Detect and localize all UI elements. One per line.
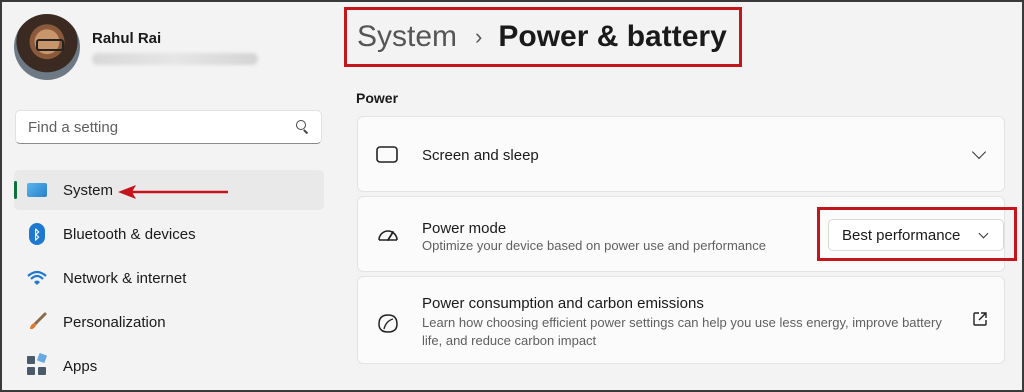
power-consumption-card[interactable]: Power consumption and carbon emissions L… bbox=[357, 276, 1005, 364]
search-icon[interactable] bbox=[295, 120, 309, 134]
sidebar-item-bluetooth[interactable]: ᛒ Bluetooth & devices bbox=[14, 214, 324, 254]
leaf-icon bbox=[376, 311, 400, 335]
power-mode-card: Power mode Optimize your device based on… bbox=[357, 196, 1017, 272]
card-title: Power mode bbox=[422, 220, 507, 237]
card-description: Learn how choosing efficient power setti… bbox=[422, 315, 942, 348]
search-input[interactable]: Find a setting bbox=[15, 110, 322, 144]
brush-icon bbox=[26, 311, 48, 333]
main-content: System › Power & battery Power Screen an… bbox=[340, 0, 1024, 392]
search-placeholder: Find a setting bbox=[28, 118, 119, 136]
open-external-icon[interactable] bbox=[972, 311, 988, 327]
page-title: Power & battery bbox=[498, 20, 727, 53]
power-mode-dropdown[interactable]: Best performance bbox=[828, 219, 1004, 251]
bluetooth-icon: ᛒ bbox=[26, 223, 48, 245]
sidebar-nav: System ᛒ Bluetooth & devices Network & i… bbox=[14, 170, 324, 390]
power-mode-icon bbox=[376, 223, 400, 247]
system-icon bbox=[26, 179, 48, 201]
section-label: Power bbox=[356, 90, 399, 106]
screen-sleep-card[interactable]: Screen and sleep bbox=[357, 116, 1005, 192]
avatar bbox=[14, 14, 80, 80]
breadcrumb-parent[interactable]: System bbox=[357, 20, 457, 54]
sidebar: Rahul Rai Find a setting System ᛒ Blueto… bbox=[0, 0, 340, 392]
sidebar-item-label: Personalization bbox=[63, 313, 166, 331]
chevron-right-icon: › bbox=[475, 24, 483, 49]
screen-sleep-icon bbox=[376, 143, 400, 167]
profile-email-redacted bbox=[92, 53, 258, 65]
apps-icon bbox=[26, 352, 48, 377]
card-description: Optimize your device based on power use … bbox=[422, 238, 766, 253]
profile-text: Rahul Rai bbox=[92, 30, 258, 65]
sidebar-item-network[interactable]: Network & internet bbox=[14, 258, 324, 298]
sidebar-item-label: Network & internet bbox=[63, 269, 187, 287]
sidebar-item-label: Apps bbox=[63, 357, 98, 375]
sidebar-item-personalization[interactable]: Personalization bbox=[14, 302, 324, 342]
sidebar-item-label: Bluetooth & devices bbox=[63, 225, 196, 243]
sidebar-item-apps[interactable]: Apps bbox=[14, 346, 324, 386]
chevron-down-icon bbox=[978, 228, 989, 239]
dropdown-selected-value: Best performance bbox=[842, 226, 961, 244]
profile-name: Rahul Rai bbox=[92, 30, 162, 47]
chevron-down-icon[interactable] bbox=[971, 144, 987, 160]
user-profile[interactable]: Rahul Rai bbox=[14, 14, 258, 80]
card-title: Screen and sleep bbox=[422, 147, 539, 164]
card-title: Power consumption and carbon emissions bbox=[422, 295, 704, 312]
sidebar-item-label: System bbox=[63, 181, 114, 199]
breadcrumb: System › Power & battery bbox=[344, 7, 742, 67]
wifi-icon bbox=[26, 267, 48, 289]
annotation-arrow bbox=[118, 185, 228, 199]
